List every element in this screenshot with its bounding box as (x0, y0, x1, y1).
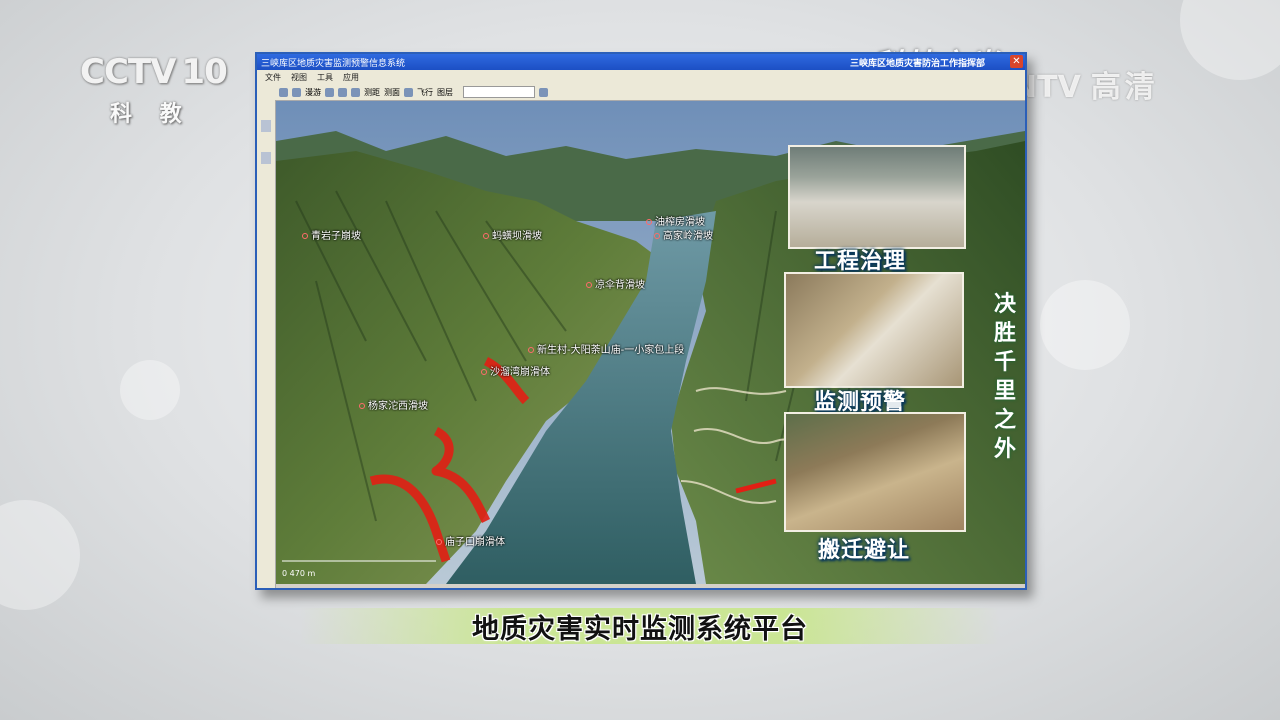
tool-measure-area[interactable]: 测面 (384, 87, 400, 98)
tool-measure-distance[interactable]: 测距 (364, 87, 380, 98)
map-label-0[interactable]: 青岩子崩坡 (302, 227, 361, 242)
layer-select[interactable] (463, 86, 535, 98)
side-toolstrip (257, 100, 276, 588)
tool-layers[interactable]: 图层 (437, 87, 453, 98)
map-label-5[interactable]: 新生村-大阳荼山庙-一小家包上段 (528, 341, 684, 356)
vertical-slogan: 决胜千里之外 (993, 292, 1016, 462)
print-icon[interactable] (539, 87, 548, 97)
globe-icon[interactable] (325, 87, 334, 97)
menu-file[interactable]: 文件 (265, 72, 281, 83)
map-scale: 0 470 m (282, 569, 316, 578)
map-label-1[interactable]: 蚂蟥坝滑坡 (483, 227, 542, 242)
caption-engineering: 工程治理 (814, 249, 907, 274)
panel-toggle-icon[interactable] (261, 120, 271, 132)
window-title: 三峡库区地质灾害监测预警信息系统 (261, 59, 406, 69)
window-title-right: 三峡库区地质灾害防治工作指挥部 (849, 59, 985, 69)
photo-engineering (788, 145, 966, 249)
map-label-3[interactable]: 高家岭滑坡 (654, 227, 713, 242)
photo-relocation (784, 412, 966, 532)
channel-logo: CCTV 10 科 教 (80, 52, 250, 132)
menu-bar: 文件 视图 工具 应用 (257, 70, 1025, 84)
window-titlebar: 三峡库区地质灾害监测预警信息系统 三峡库区地质灾害防治工作指挥部 ✕ (257, 54, 1025, 70)
caption-relocation: 搬迁避让 (818, 538, 911, 563)
photo-monitoring (784, 272, 964, 388)
subtitle: 地质灾害实时监测系统平台 (472, 614, 808, 645)
close-icon[interactable]: ✕ (1010, 55, 1023, 68)
map-label-4[interactable]: 凉伞背滑坡 (586, 276, 645, 291)
map-label-7[interactable]: 杨家沱西滑坡 (359, 397, 428, 412)
channel-brand: CCTV 10 (80, 52, 228, 92)
tool-fly[interactable]: 飞行 (417, 87, 433, 98)
toolbar: 漫游 测距 测面 飞行 图层 (257, 84, 1025, 101)
layers-icon[interactable] (404, 87, 413, 97)
forward-icon[interactable] (351, 87, 360, 97)
zoom-in-icon[interactable] (279, 87, 288, 97)
zoom-out-icon[interactable] (292, 87, 301, 97)
back-icon[interactable] (338, 87, 347, 97)
map-label-6[interactable]: 沙溜湾崩滑体 (481, 363, 550, 378)
menu-tools[interactable]: 工具 (317, 72, 333, 83)
tool-pan[interactable]: 漫游 (305, 87, 321, 98)
channel-name: 科 教 (110, 102, 192, 127)
menu-apps[interactable]: 应用 (343, 72, 359, 83)
menu-view[interactable]: 视图 (291, 72, 307, 83)
search-icon[interactable] (261, 152, 271, 164)
map-label-8[interactable]: 庙子口崩滑体 (436, 533, 505, 548)
map-label-2[interactable]: 油榨房滑坡 (646, 213, 705, 228)
